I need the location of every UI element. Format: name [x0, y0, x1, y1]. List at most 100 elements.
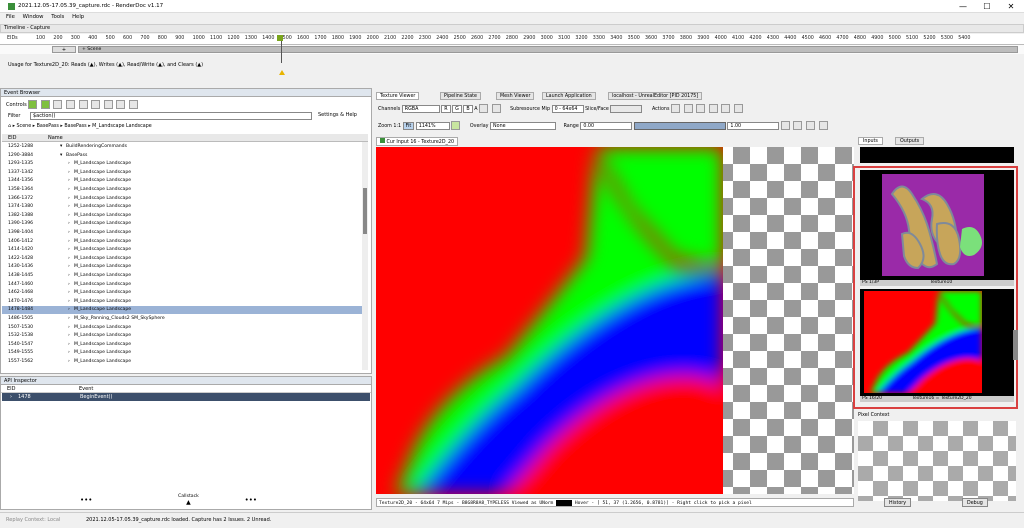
- event-scrollbar[interactable]: [362, 142, 368, 370]
- channel-r-toggle[interactable]: R: [441, 104, 451, 113]
- range-slider[interactable]: [633, 121, 726, 130]
- event-row[interactable]: 1374-1380 › M_Landscape Landscape: [2, 203, 362, 211]
- event-row[interactable]: 1414-1420 › M_Landscape Landscape: [2, 246, 362, 254]
- expand-arrow-icon[interactable]: ▾: [60, 143, 62, 151]
- edit-icon[interactable]: [721, 104, 731, 113]
- save-texture-icon[interactable]: [671, 104, 681, 113]
- event-row[interactable]: 1358-1364 › M_Landscape Landscape: [2, 186, 362, 194]
- checker-icon[interactable]: [479, 104, 489, 113]
- slice-select[interactable]: [610, 104, 643, 113]
- expand-arrow-icon[interactable]: ›: [68, 255, 70, 263]
- flip-icon[interactable]: [491, 104, 501, 113]
- api-more[interactable]: ••• •••: [80, 496, 257, 504]
- channel-a-toggle[interactable]: A: [474, 107, 477, 112]
- expand-arrow-icon[interactable]: ›: [68, 203, 70, 211]
- tab-outputs[interactable]: Outputs: [895, 137, 925, 145]
- event-row[interactable]: 1430-1436 › M_Landscape Landscape: [2, 263, 362, 271]
- expand-arrow-icon[interactable]: ›: [68, 358, 70, 366]
- event-row[interactable]: 1447-1460 › M_Landscape Landscape: [2, 281, 362, 289]
- tab-inputs[interactable]: Inputs: [858, 137, 883, 145]
- expand-button[interactable]: +: [52, 46, 76, 53]
- mip-select[interactable]: 0 - 64x64: [551, 104, 584, 113]
- expand-arrow-icon[interactable]: ›: [68, 246, 70, 254]
- view-icon[interactable]: [708, 104, 718, 113]
- fit-button[interactable]: Fit: [402, 121, 415, 130]
- event-row[interactable]: 1557-1562 › M_Landscape Landscape: [2, 358, 362, 366]
- eid-column[interactable]: EID: [8, 134, 16, 142]
- channel-g-toggle[interactable]: G: [452, 104, 462, 113]
- minimize-button[interactable]: —: [952, 1, 974, 12]
- expand-arrow-icon[interactable]: ›: [68, 229, 70, 237]
- bookmark-icon[interactable]: [53, 100, 63, 109]
- reset-range-icon[interactable]: [805, 121, 815, 130]
- event-row[interactable]: 1337-1342 › M_Landscape Landscape: [2, 169, 362, 177]
- zoom-1to1-button[interactable]: 1:1: [393, 124, 401, 129]
- zoom-select[interactable]: 1141%: [415, 121, 450, 130]
- expand-arrow-icon[interactable]: ›: [68, 220, 70, 228]
- menu-tools[interactable]: Tools: [51, 14, 64, 20]
- close-button[interactable]: ✕: [1000, 1, 1022, 12]
- timeline-ruler[interactable]: EIDs 100 200 300 400 500 600 700 800 900 1000 1100…: [0, 34, 1024, 45]
- event-row[interactable]: 1486-1505 › M_Sky_Panning_Clouds2 SM_SkyS…: [2, 315, 362, 323]
- expand-arrow-icon[interactable]: ›: [68, 289, 70, 297]
- expand-arrow-icon[interactable]: ›: [68, 332, 70, 340]
- expand-arrow-icon[interactable]: ›: [68, 281, 70, 289]
- event-row[interactable]: 1478-1484 › M_Landscape Landscape: [2, 306, 362, 315]
- event-row[interactable]: 1366-1372 › M_Landscape Landscape: [2, 195, 362, 203]
- pixel-context-view[interactable]: [858, 421, 1016, 501]
- colorize-icon[interactable]: [129, 100, 139, 109]
- expand-arrow-icon[interactable]: ›: [10, 393, 12, 401]
- expand-arrow-icon[interactable]: ›: [68, 186, 70, 194]
- expand-arrow-icon[interactable]: ›: [68, 195, 70, 203]
- channels-select[interactable]: RGBA: [401, 104, 440, 113]
- callstack-toggle[interactable]: Callstack ▲: [178, 494, 199, 506]
- forward-icon[interactable]: [40, 100, 50, 109]
- menu-file[interactable]: File: [6, 14, 15, 20]
- event-row[interactable]: 1390-1396 › M_Landscape Landscape: [2, 220, 362, 228]
- event-row[interactable]: 1344-1356 › M_Landscape Landscape: [2, 177, 362, 185]
- expand-arrow-icon[interactable]: ›: [68, 169, 70, 177]
- more-icon[interactable]: •••: [80, 496, 92, 504]
- event-row[interactable]: 1382-1388 › M_Landscape Landscape: [2, 212, 362, 220]
- breadcrumb-item[interactable]: Scene: [17, 124, 32, 129]
- menu-help[interactable]: Help: [72, 14, 84, 20]
- zoom-range-icon[interactable]: [780, 121, 790, 130]
- event-row[interactable]: 1398-1404 › M_Landscape Landscape: [2, 229, 362, 237]
- expand-arrow-icon[interactable]: ›: [68, 298, 70, 306]
- current-event-marker[interactable]: [277, 35, 283, 41]
- breadcrumb-item[interactable]: BasePass: [37, 124, 59, 129]
- texture-image[interactable]: [376, 147, 723, 494]
- range-min-input[interactable]: 0.00: [580, 121, 633, 130]
- event-row[interactable]: 1462-1468 › M_Landscape Landscape: [2, 289, 362, 297]
- tab-localhost[interactable]: localhost - UnrealEditor [PID 20175]: [608, 92, 703, 100]
- autofit-icon[interactable]: [793, 121, 803, 130]
- history-button[interactable]: History: [884, 498, 912, 507]
- debug-button[interactable]: Debug: [962, 498, 988, 507]
- event-row[interactable]: 1438-1445 › M_Landscape Landscape: [2, 272, 362, 280]
- expand-arrow-icon[interactable]: ›: [68, 341, 70, 349]
- event-row[interactable]: 1470-1476 › M_Landscape Landscape: [2, 298, 362, 306]
- goto-location-icon[interactable]: [683, 104, 693, 113]
- name-column[interactable]: Name: [48, 134, 63, 142]
- find-icon[interactable]: [91, 100, 101, 109]
- back-icon[interactable]: [28, 100, 38, 109]
- more-icon[interactable]: •••: [245, 496, 257, 504]
- histogram-icon[interactable]: [818, 121, 828, 130]
- breadcrumb-item[interactable]: BasePass: [64, 124, 86, 129]
- expand-arrow-icon[interactable]: ›: [68, 306, 70, 314]
- filter-input[interactable]: $action(): [30, 112, 312, 120]
- event-scroll-thumb[interactable]: [363, 188, 367, 234]
- expand-arrow-icon[interactable]: ›: [68, 177, 70, 185]
- event-row[interactable]: 1532-1538 › M_Landscape Landscape: [2, 332, 362, 340]
- event-row[interactable]: 1406-1412 › M_Landscape Landscape: [2, 238, 362, 246]
- channel-b-toggle[interactable]: B: [463, 104, 473, 113]
- event-row[interactable]: 1549-1555 › M_Landscape Landscape: [2, 349, 362, 357]
- event-row[interactable]: 1290-3884 ▾ BasePass: [2, 152, 362, 160]
- breadcrumb-item[interactable]: M_Landscape Landscape: [92, 124, 152, 129]
- event-row[interactable]: 1422-1428 › M_Landscape Landscape: [2, 255, 362, 263]
- event-row[interactable]: 1507-1530 › M_Landscape Landscape: [2, 324, 362, 332]
- export-icon[interactable]: [103, 100, 113, 109]
- timer-icon[interactable]: [66, 100, 76, 109]
- tab-mesh[interactable]: Mesh Viewer: [496, 92, 535, 100]
- texture-tab[interactable]: Cur Input 16 - Texture2D_20: [376, 137, 459, 146]
